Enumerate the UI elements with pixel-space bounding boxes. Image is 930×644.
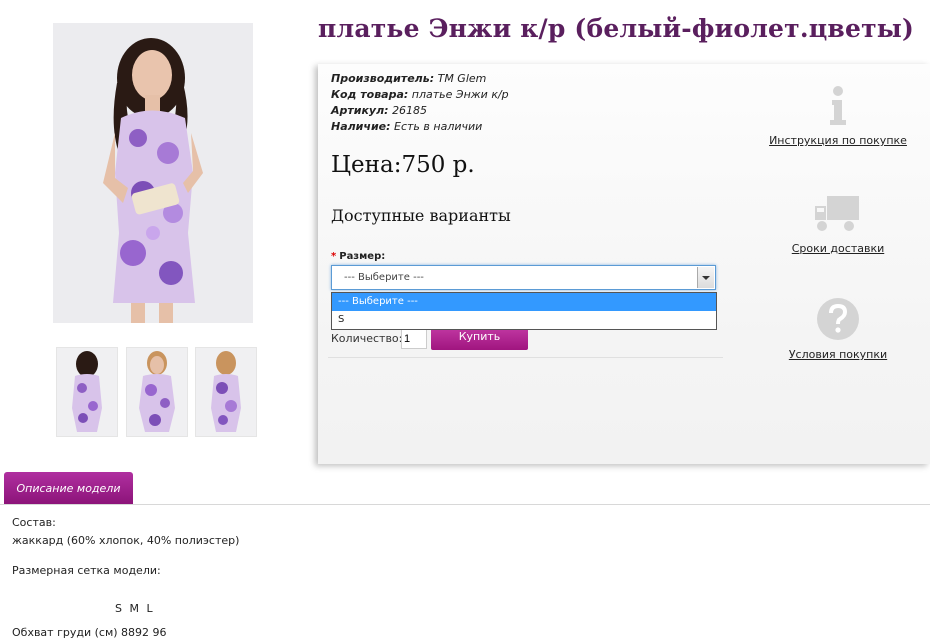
size-label: * Размер: xyxy=(331,251,385,262)
composition-value: жаккард (60% хлопок, 40% полиэстер) xyxy=(12,534,240,547)
description-content: Состав: жаккард (60% хлопок, 40% полиэст… xyxy=(12,514,239,580)
product-price: Цена:750 р. xyxy=(331,152,475,178)
instructions-link[interactable]: Инструкция по покупке xyxy=(758,134,918,147)
size-option[interactable]: --- Выберите --- xyxy=(332,293,716,311)
conditions-block: Условия покупки xyxy=(758,296,918,361)
product-info-panel: Производитель: TM Glem Код товара: плать… xyxy=(318,64,930,464)
size-chart-label: Размерная сетка модели: xyxy=(12,564,161,577)
product-meta: Производитель: TM Glem Код товара: плать… xyxy=(331,71,509,135)
size-chart-header: S M L xyxy=(115,602,155,615)
tab-description[interactable]: Описание модели xyxy=(4,472,133,505)
divider xyxy=(328,357,723,358)
size-label-text: Размер: xyxy=(339,251,386,262)
stock-value: Есть в наличии xyxy=(394,120,483,133)
product-main-photo[interactable] xyxy=(53,23,253,323)
delivery-link[interactable]: Сроки доставки xyxy=(758,242,918,255)
size-option[interactable]: S xyxy=(332,311,716,329)
quantity-label: Количество: xyxy=(331,332,403,345)
quantity-input[interactable] xyxy=(401,329,427,349)
size-select[interactable]: --- Выберите --- xyxy=(331,265,716,290)
instructions-block: Инструкция по покупке xyxy=(758,84,918,147)
manufacturer-label: Производитель: xyxy=(331,72,435,85)
product-code-label: Код товара: xyxy=(331,88,409,101)
stock-label: Наличие: xyxy=(331,120,391,133)
manufacturer-link[interactable]: TM Glem xyxy=(438,72,487,85)
size-dropdown-list[interactable]: --- Выберите --- S xyxy=(331,292,717,330)
required-marker: * xyxy=(331,251,337,262)
composition-label: Состав: xyxy=(12,516,56,529)
size-chart-row: Обхват груди (см) 8892 96 xyxy=(12,626,167,639)
product-title: платье Энжи к/р (белый-фиолет.цветы) xyxy=(318,14,915,43)
product-code-value: платье Энжи к/р xyxy=(411,88,509,101)
sku-value: 26185 xyxy=(392,104,428,117)
sku-label: Артикул: xyxy=(331,104,389,117)
info-icon xyxy=(830,86,846,125)
delivery-block: Сроки доставки xyxy=(758,192,918,255)
product-thumbnail[interactable] xyxy=(126,347,188,437)
conditions-link[interactable]: Условия покупки xyxy=(758,348,918,361)
product-thumbnail[interactable] xyxy=(195,347,257,437)
truck-icon xyxy=(815,196,859,231)
chevron-down-icon[interactable] xyxy=(697,267,714,288)
tab-divider xyxy=(0,504,930,505)
product-thumbnail[interactable] xyxy=(56,347,118,437)
variants-heading: Доступные варианты xyxy=(331,206,511,225)
size-select-value: --- Выберите --- xyxy=(344,272,424,283)
question-icon xyxy=(817,298,859,340)
